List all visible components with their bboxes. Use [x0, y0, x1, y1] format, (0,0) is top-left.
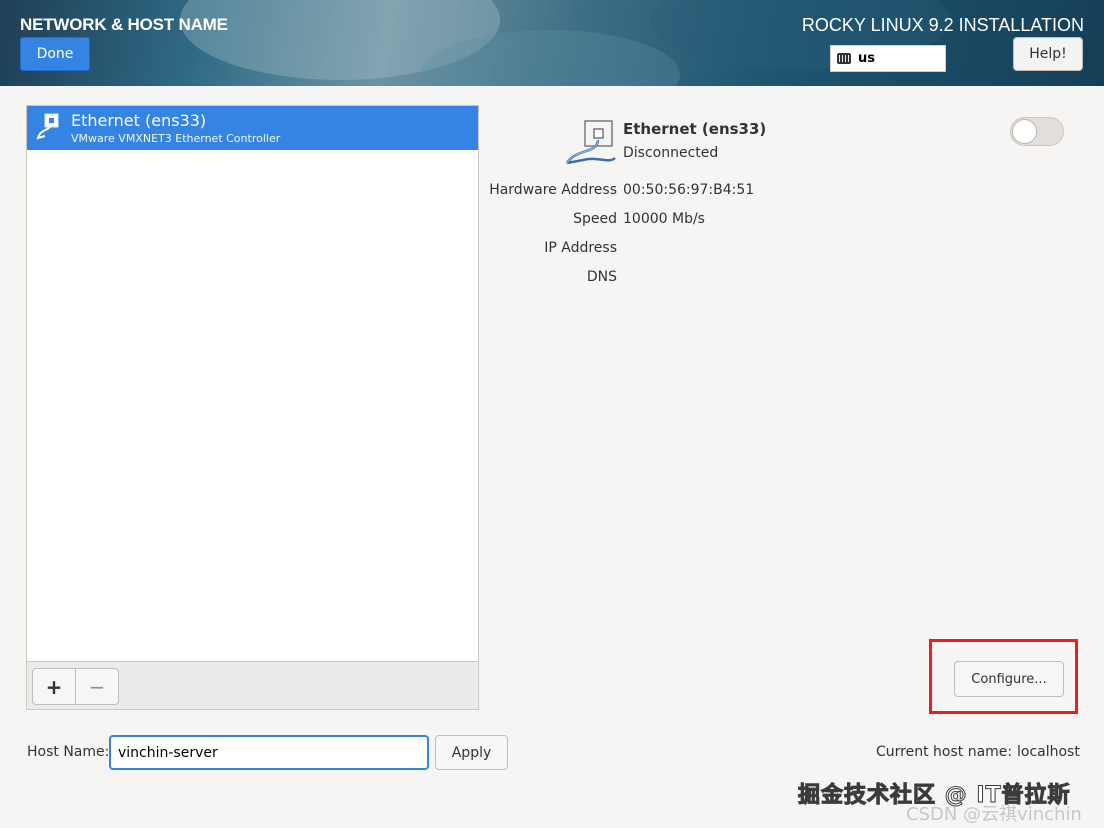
done-button[interactable]: Done [20, 37, 90, 71]
speed-value: 10000 Mb/s [623, 211, 705, 227]
keyboard-layout-label: us [858, 51, 875, 66]
header-bar: NETWORK & HOST NAME Done ROCKY LINUX 9.2… [0, 0, 1104, 86]
device-list-panel: Ethernet (ens33) VMware VMXNET3 Ethernet… [26, 105, 479, 710]
product-title: ROCKY LINUX 9.2 INSTALLATION [801, 15, 1084, 35]
hardware-address-value: 00:50:56:97:B4:51 [623, 182, 755, 198]
connection-toggle[interactable] [1010, 117, 1064, 146]
speed-label: Speed [573, 211, 617, 227]
device-toolbar: + − [27, 661, 478, 709]
help-button[interactable]: Help! [1013, 37, 1083, 71]
host-name-input[interactable] [109, 735, 429, 770]
ethernet-icon [565, 120, 616, 165]
keyboard-layout-indicator[interactable]: us [830, 45, 946, 72]
connection-status: Disconnected [623, 145, 719, 161]
watermark-text-secondary: CSDN @云祺vinchin [906, 804, 1082, 825]
ethernet-icon [36, 113, 59, 140]
add-device-button[interactable]: + [32, 668, 76, 705]
hardware-address-label: Hardware Address [489, 182, 617, 198]
highlight-box [929, 639, 1078, 714]
device-detail-name: Ethernet (ens33) [623, 120, 767, 138]
device-list-item[interactable]: Ethernet (ens33) VMware VMXNET3 Ethernet… [27, 106, 478, 150]
toggle-knob [1012, 119, 1037, 144]
apply-button[interactable]: Apply [435, 735, 508, 770]
host-name-label: Host Name: [27, 744, 110, 760]
current-host-name-label: Current host name: [876, 744, 1013, 760]
device-description: VMware VMXNET3 Ethernet Controller [71, 132, 281, 145]
dns-label: DNS [586, 269, 617, 285]
device-name: Ethernet (ens33) [71, 111, 207, 130]
remove-device-button[interactable]: − [75, 668, 119, 705]
current-host-name-value: localhost [1017, 744, 1080, 760]
keyboard-icon [837, 53, 851, 64]
spoke-title: NETWORK & HOST NAME [20, 15, 228, 34]
ip-address-label: IP Address [544, 240, 617, 256]
